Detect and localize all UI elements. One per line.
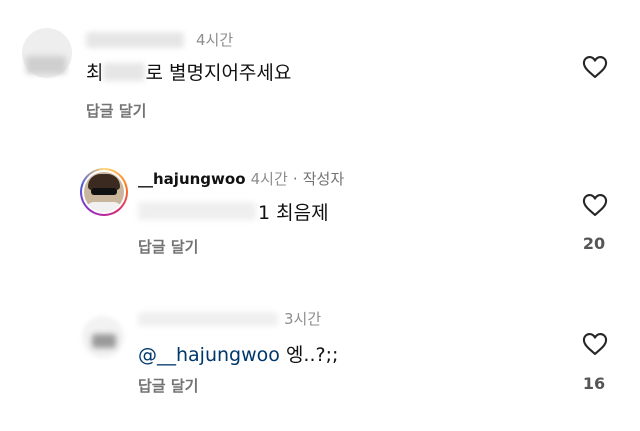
timestamp: 4시간: [250, 170, 288, 188]
separator: ·: [292, 170, 298, 188]
heart-outline-icon[interactable]: [580, 191, 610, 219]
avatar-blur: [26, 56, 66, 74]
reply-button[interactable]: 답글 달기: [138, 375, 198, 396]
like-count[interactable]: 16: [574, 374, 614, 393]
timestamp: 3시간: [284, 310, 322, 328]
heart-outline-icon[interactable]: [580, 330, 610, 358]
reply-button[interactable]: 답글 달기: [138, 236, 198, 257]
heart-outline-icon[interactable]: [580, 53, 610, 81]
timestamp: 4시간: [196, 31, 234, 49]
comment-text: 1 최음제: [258, 202, 329, 224]
username-blurred[interactable]: [86, 32, 184, 48]
author-badge: 작성자: [302, 170, 345, 188]
like-count[interactable]: 20: [574, 234, 614, 253]
comment-text: @__hajungwoo 엥..?;;: [138, 344, 339, 366]
comment-text: 최로 별명지어주세요: [86, 62, 292, 84]
comment-header: __hajungwoo 4시간 · 작성자: [138, 168, 344, 189]
avatar[interactable]: [80, 168, 128, 216]
username[interactable]: __hajungwoo: [138, 170, 246, 188]
redacted-text: [138, 202, 256, 220]
mention-link[interactable]: @__hajungwoo: [138, 344, 280, 366]
reply-button[interactable]: 답글 달기: [86, 100, 146, 121]
username-blurred[interactable]: [138, 312, 278, 326]
avatar-blur: [92, 334, 116, 348]
redacted-text: [103, 63, 146, 81]
